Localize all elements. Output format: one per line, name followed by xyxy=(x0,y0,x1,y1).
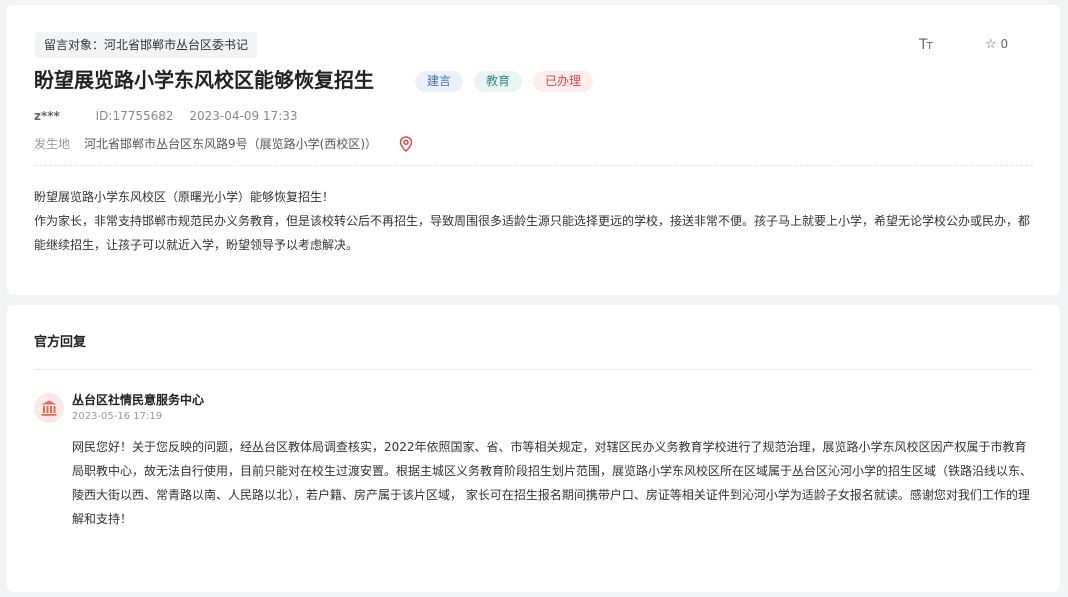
page-title: 盼望展览路小学东风校区能够恢复招生 xyxy=(34,68,374,92)
message-id: ID:17755682 xyxy=(95,109,174,123)
author-name: z*** xyxy=(34,109,60,123)
favorite-count: 0 xyxy=(1000,37,1009,51)
message-datetime: 2023-04-09 17:33 xyxy=(189,109,298,123)
location-address: 河北省邯郸市丛台区东风路9号（展览路小学(西校区)） xyxy=(84,137,378,151)
government-building-icon xyxy=(34,393,64,423)
tag-suggestion: 建言 xyxy=(415,71,464,92)
reply-department: 丛台区社情民意服务中心 xyxy=(72,393,205,407)
font-size-toggle-button[interactable]: TT xyxy=(919,37,933,53)
location-row: 发生地 河北省邯郸市丛台区东风路9号（展览路小学(西校区)） xyxy=(34,135,413,152)
message-meta: z*** ID:17755682 2023-04-09 17:33 xyxy=(34,109,298,123)
tag-education: 教育 xyxy=(474,71,523,92)
reply-section-title: 官方回复 xyxy=(34,335,87,350)
message-card: 留言对象：河北省邯郸市丛台区委书记 盼望展览路小学东风校区能够恢复招生 建言 教… xyxy=(7,5,1060,295)
tag-list: 建言 教育 已办理 xyxy=(415,71,594,92)
font-size-icon: TT xyxy=(919,37,933,53)
message-content: 盼望展览路小学东风校区（原曙光小学）能够恢复招生！ 作为家长，非常支持邯郸市规范… xyxy=(34,185,1034,257)
reply-datetime: 2023-05-16 17:19 xyxy=(72,411,163,422)
divider xyxy=(34,165,1033,166)
content-line: 作为家长，非常支持邯郸市规范民办义务教育，但是该校转公后不再招生，导致周围很多适… xyxy=(34,214,1031,252)
favorite-button[interactable]: ☆ 0 xyxy=(985,37,1008,52)
location-label: 发生地 xyxy=(34,137,71,151)
reply-card: 官方回复 丛台区社情民意服务中心 2023-05-16 17:19 网民您好！关… xyxy=(7,305,1060,592)
message-target: 留言对象：河北省邯郸市丛台区委书记 xyxy=(35,32,258,58)
location-pin-icon[interactable] xyxy=(399,135,413,152)
content-line: 盼望展览路小学东风校区（原曙光小学）能够恢复招生！ xyxy=(34,190,335,204)
tag-status-handled: 已办理 xyxy=(533,71,594,92)
star-outline-icon: ☆ xyxy=(985,37,997,52)
divider xyxy=(34,369,1033,370)
reply-content: 网民您好！关于您反映的问题，经丛台区教体局调查核实，2022年依照国家、省、市等… xyxy=(72,440,1033,526)
